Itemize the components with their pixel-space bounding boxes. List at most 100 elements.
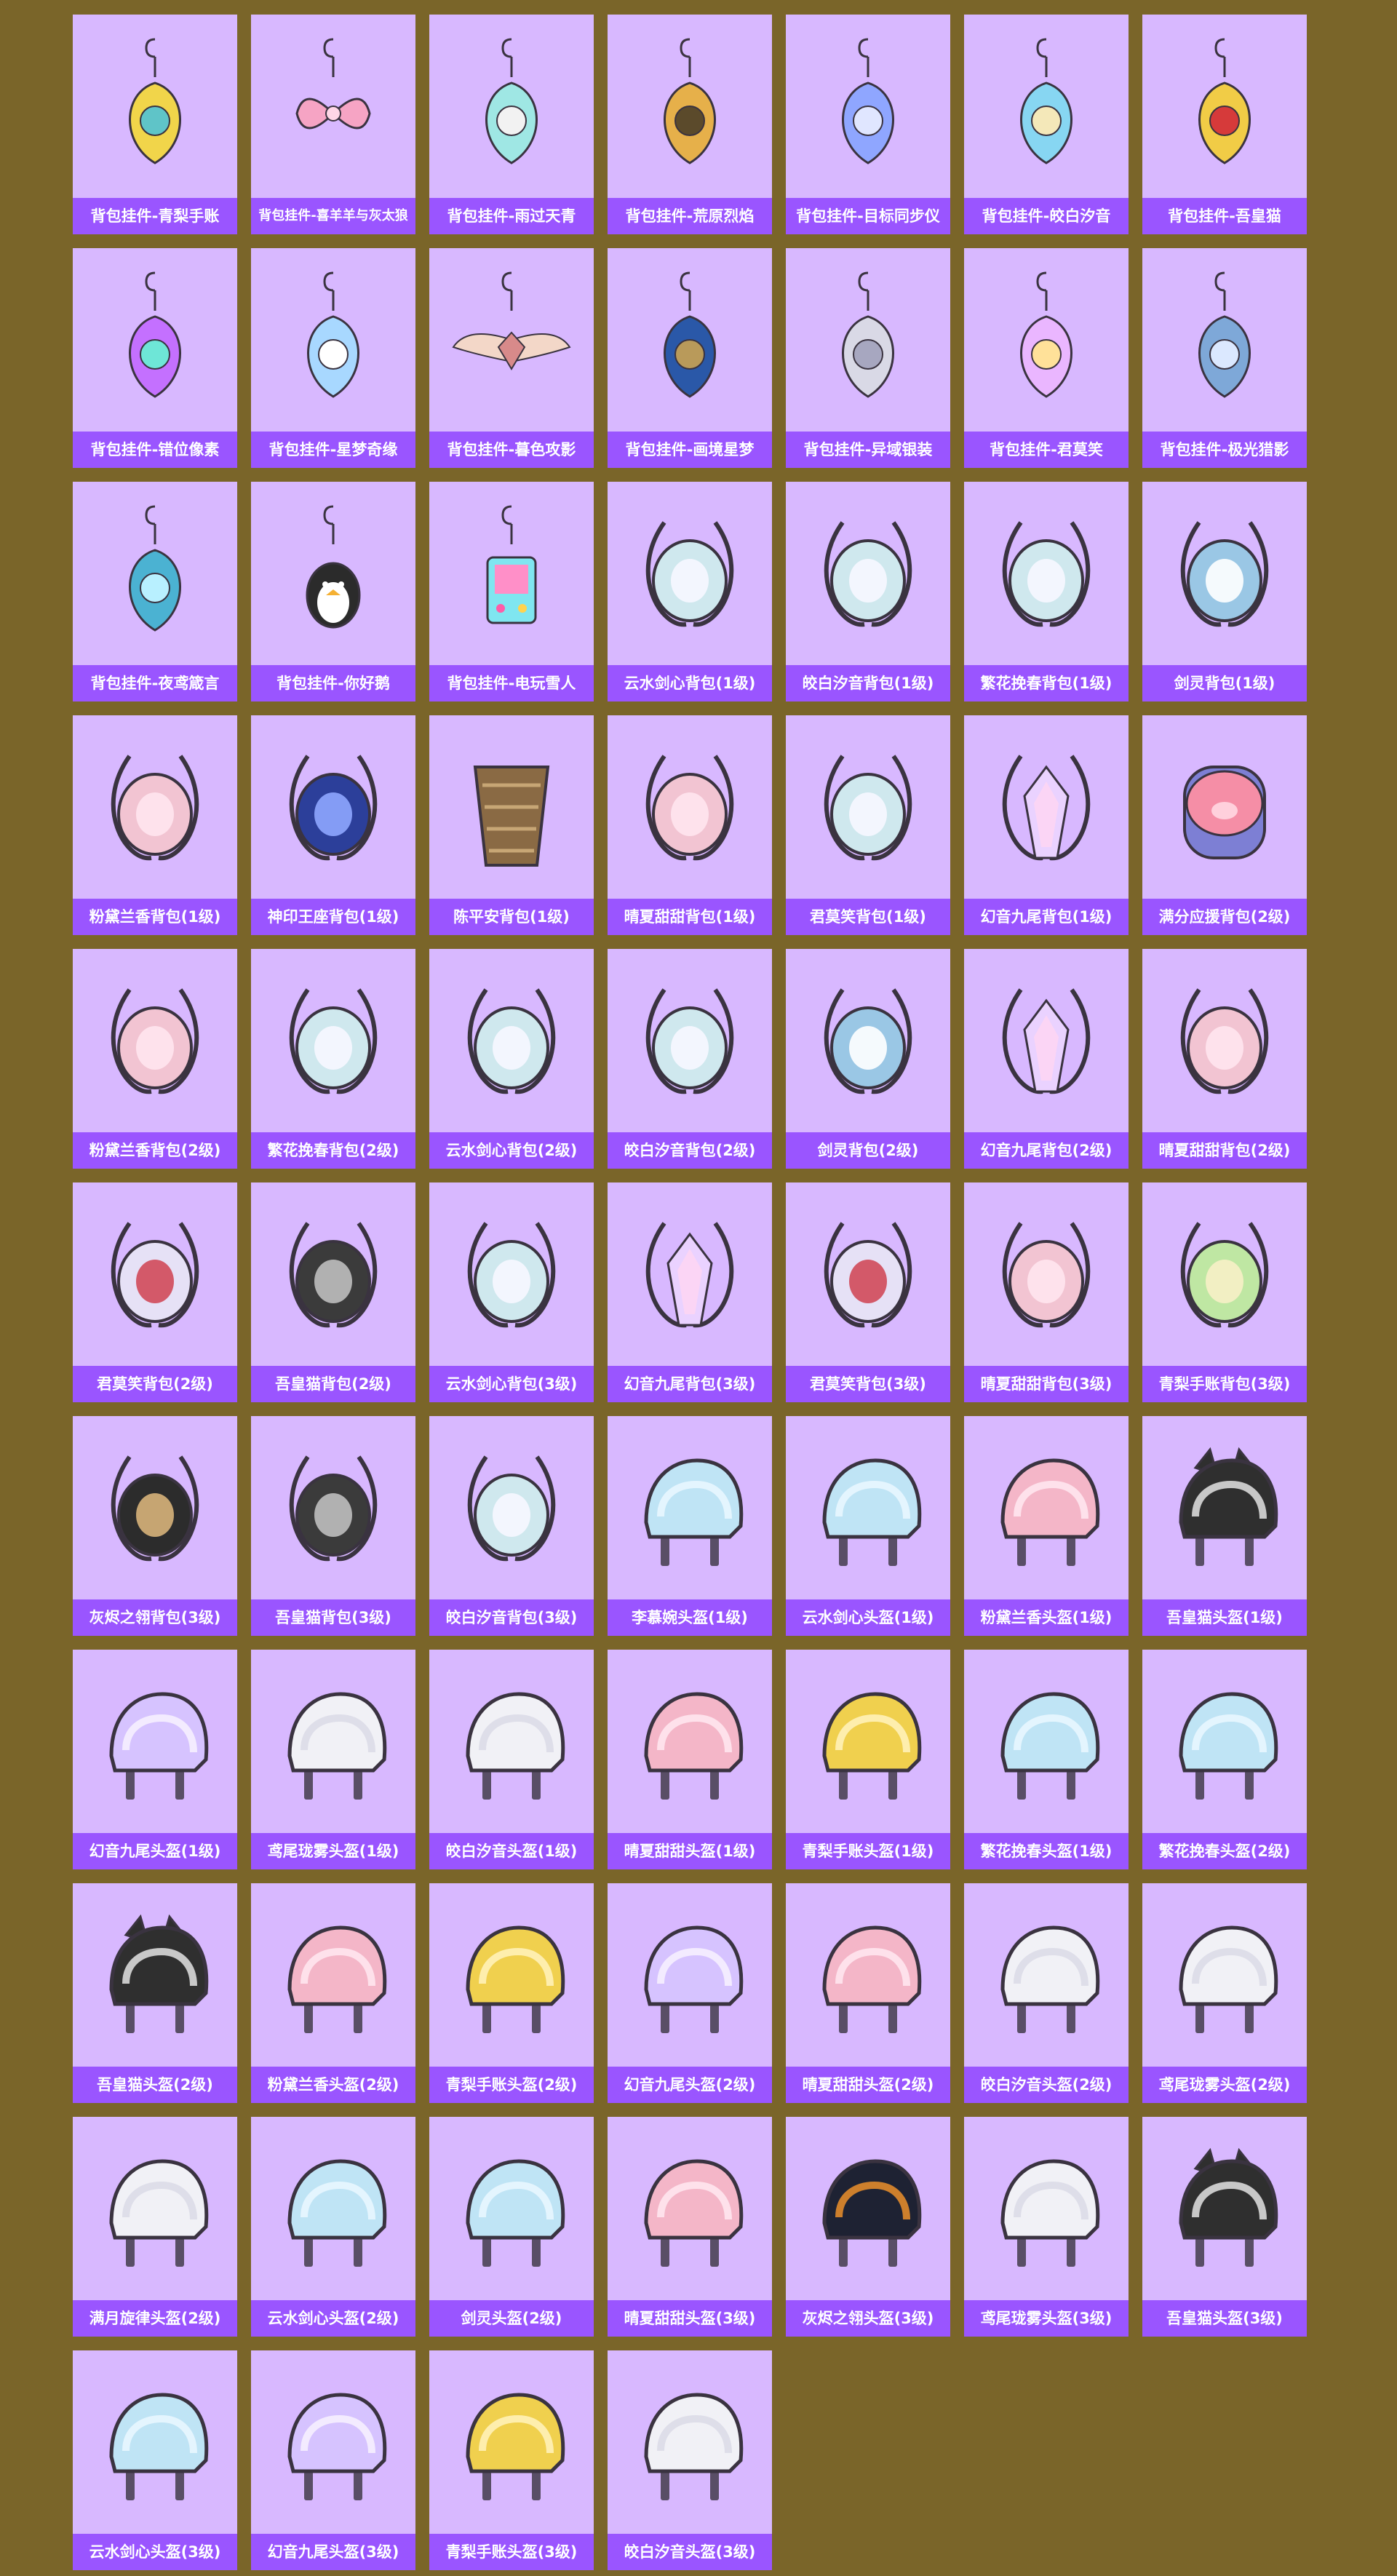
item-card[interactable]: 晴夏甜甜背包(3级) bbox=[964, 1182, 1129, 1402]
helmet-cat-icon bbox=[73, 1883, 237, 2067]
item-card[interactable]: 背包挂件-荒原烈焰 bbox=[608, 15, 772, 234]
pendant-bow-icon bbox=[251, 15, 415, 198]
item-card[interactable]: 背包挂件-暮色攻影 bbox=[429, 248, 594, 468]
item-card[interactable]: 陈平安背包(1级) bbox=[429, 715, 594, 935]
item-card[interactable]: 晴夏甜甜头盔(2级) bbox=[786, 1883, 950, 2103]
item-card[interactable]: 皎白汐音头盔(1级) bbox=[429, 1650, 594, 1869]
item-card[interactable]: 背包挂件-星梦奇缘 bbox=[251, 248, 415, 468]
item-card[interactable]: 云水剑心头盔(3级) bbox=[73, 2350, 237, 2570]
item-card[interactable]: 背包挂件-皎白汐音 bbox=[964, 15, 1129, 234]
item-card[interactable]: 皎白汐音背包(1级) bbox=[786, 482, 950, 701]
item-card[interactable]: 吾皇猫头盔(2级) bbox=[73, 1883, 237, 2103]
item-card[interactable]: 粉黛兰香背包(1级) bbox=[73, 715, 237, 935]
item-card[interactable]: 幻音九尾背包(1级) bbox=[964, 715, 1129, 935]
item-label: 晴夏甜甜背包(2级) bbox=[1142, 1132, 1307, 1169]
item-card[interactable]: 皎白汐音头盔(3级) bbox=[608, 2350, 772, 2570]
item-card[interactable]: 繁花挽春背包(2级) bbox=[251, 949, 415, 1169]
item-card[interactable]: 皎白汐音背包(2级) bbox=[608, 949, 772, 1169]
item-card[interactable]: 背包挂件-吾皇猫 bbox=[1142, 15, 1307, 234]
item-card[interactable]: 背包挂件-夜鸢箴言 bbox=[73, 482, 237, 701]
item-label: 吾皇猫背包(2级) bbox=[251, 1366, 415, 1402]
item-card[interactable]: 君莫笑背包(2级) bbox=[73, 1182, 237, 1402]
item-card[interactable]: 晴夏甜甜头盔(1级) bbox=[608, 1650, 772, 1869]
item-card[interactable]: 云水剑心背包(3级) bbox=[429, 1182, 594, 1402]
item-card[interactable]: 灰烬之翎头盔(3级) bbox=[786, 2117, 950, 2337]
pendant-emblem-icon bbox=[786, 248, 950, 432]
backpack-icon bbox=[608, 949, 772, 1132]
item-card[interactable]: 幻音九尾头盔(3级) bbox=[251, 2350, 415, 2570]
item-card[interactable]: 云水剑心背包(1级) bbox=[608, 482, 772, 701]
item-label: 晴夏甜甜头盔(3级) bbox=[608, 2300, 772, 2337]
item-label: 粉黛兰香头盔(1级) bbox=[964, 1599, 1129, 1636]
item-card[interactable]: 背包挂件-你好鹅 bbox=[251, 482, 415, 701]
item-card[interactable]: 背包挂件-错位像素 bbox=[73, 248, 237, 468]
item-card[interactable]: 背包挂件-雨过天青 bbox=[429, 15, 594, 234]
item-label: 皎白汐音背包(1级) bbox=[786, 665, 950, 701]
item-label: 灰烬之翎头盔(3级) bbox=[786, 2300, 950, 2337]
pendant-penguin-icon bbox=[251, 482, 415, 665]
item-card[interactable]: 背包挂件-极光猎影 bbox=[1142, 248, 1307, 468]
item-card[interactable]: 剑灵头盔(2级) bbox=[429, 2117, 594, 2337]
item-card[interactable]: 青梨手账头盔(3级) bbox=[429, 2350, 594, 2570]
item-card[interactable]: 吾皇猫头盔(1级) bbox=[1142, 1416, 1307, 1636]
item-label: 剑灵背包(2级) bbox=[786, 1132, 950, 1169]
item-card[interactable]: 云水剑心背包(2级) bbox=[429, 949, 594, 1169]
item-label: 李慕婉头盔(1级) bbox=[608, 1599, 772, 1636]
item-card[interactable]: 剑灵背包(1级) bbox=[1142, 482, 1307, 701]
item-card[interactable]: 幻音九尾头盔(2级) bbox=[608, 1883, 772, 2103]
item-label: 繁花挽春背包(2级) bbox=[251, 1132, 415, 1169]
item-label: 晴夏甜甜背包(1级) bbox=[608, 899, 772, 935]
item-card[interactable]: 吾皇猫背包(2级) bbox=[251, 1182, 415, 1402]
item-label: 背包挂件-目标同步仪 bbox=[786, 198, 950, 234]
item-label: 青梨手账头盔(1级) bbox=[786, 1833, 950, 1869]
item-card[interactable]: 繁花挽春头盔(2级) bbox=[1142, 1650, 1307, 1869]
helmet-blue-icon bbox=[964, 1650, 1129, 1833]
item-card[interactable]: 背包挂件-目标同步仪 bbox=[786, 15, 950, 234]
item-card[interactable]: 背包挂件-青梨手账 bbox=[73, 15, 237, 234]
item-card[interactable]: 繁花挽春头盔(1级) bbox=[964, 1650, 1129, 1869]
item-card[interactable]: 幻音九尾背包(3级) bbox=[608, 1182, 772, 1402]
item-card[interactable]: 背包挂件-电玩雪人 bbox=[429, 482, 594, 701]
item-card[interactable]: 吾皇猫头盔(3级) bbox=[1142, 2117, 1307, 2337]
item-card[interactable]: 李慕婉头盔(1级) bbox=[608, 1416, 772, 1636]
item-card[interactable]: 云水剑心头盔(2级) bbox=[251, 2117, 415, 2337]
item-card[interactable]: 青梨手账背包(3级) bbox=[1142, 1182, 1307, 1402]
item-label: 背包挂件-雨过天青 bbox=[429, 198, 594, 234]
item-card[interactable]: 云水剑心头盔(1级) bbox=[786, 1416, 950, 1636]
item-card[interactable]: 鸢尾珑雾头盔(3级) bbox=[964, 2117, 1129, 2337]
item-card[interactable]: 鸢尾珑雾头盔(1级) bbox=[251, 1650, 415, 1869]
item-card[interactable]: 神印王座背包(1级) bbox=[251, 715, 415, 935]
item-card[interactable]: 晴夏甜甜背包(1级) bbox=[608, 715, 772, 935]
item-card[interactable]: 幻音九尾背包(2级) bbox=[964, 949, 1129, 1169]
backpack-ornament-icon bbox=[1142, 482, 1307, 665]
item-card[interactable]: 满月旋律头盔(2级) bbox=[73, 2117, 237, 2337]
item-card[interactable]: 青梨手账头盔(2级) bbox=[429, 1883, 594, 2103]
item-label: 皎白汐音头盔(2级) bbox=[964, 2067, 1129, 2103]
item-card[interactable]: 粉黛兰香头盔(2级) bbox=[251, 1883, 415, 2103]
item-label: 剑灵头盔(2级) bbox=[429, 2300, 594, 2337]
item-card[interactable]: 晴夏甜甜背包(2级) bbox=[1142, 949, 1307, 1169]
item-card[interactable]: 灰烬之翎背包(3级) bbox=[73, 1416, 237, 1636]
item-card[interactable]: 幻音九尾头盔(1级) bbox=[73, 1650, 237, 1869]
item-card[interactable]: 君莫笑背包(3级) bbox=[786, 1182, 950, 1402]
item-card[interactable]: 青梨手账头盔(1级) bbox=[786, 1650, 950, 1869]
item-card[interactable]: 背包挂件-画境星梦 bbox=[608, 248, 772, 468]
item-card[interactable]: 背包挂件-君莫笑 bbox=[964, 248, 1129, 468]
helmet-pink-icon bbox=[786, 1883, 950, 2067]
item-card[interactable]: 剑灵背包(2级) bbox=[786, 949, 950, 1169]
item-card[interactable]: 繁花挽春背包(1级) bbox=[964, 482, 1129, 701]
item-card[interactable]: 粉黛兰香头盔(1级) bbox=[964, 1416, 1129, 1636]
item-card[interactable]: 满分应援背包(2级) bbox=[1142, 715, 1307, 935]
item-card[interactable]: 粉黛兰香背包(2级) bbox=[73, 949, 237, 1169]
item-card[interactable]: 背包挂件-喜羊羊与灰太狼 bbox=[251, 15, 415, 234]
helmet-pink-icon bbox=[964, 1416, 1129, 1599]
item-card[interactable]: 皎白汐音背包(3级) bbox=[429, 1416, 594, 1636]
item-card[interactable]: 君莫笑背包(1级) bbox=[786, 715, 950, 935]
pendant-crystal-icon bbox=[964, 15, 1129, 198]
item-card[interactable]: 晴夏甜甜头盔(3级) bbox=[608, 2117, 772, 2337]
item-card[interactable]: 皎白汐音头盔(2级) bbox=[964, 1883, 1129, 2103]
item-card[interactable]: 吾皇猫背包(3级) bbox=[251, 1416, 415, 1636]
item-card[interactable]: 鸢尾珑雾头盔(2级) bbox=[1142, 1883, 1307, 2103]
pendant-arcade-icon bbox=[429, 482, 594, 665]
item-card[interactable]: 背包挂件-异域银装 bbox=[786, 248, 950, 468]
